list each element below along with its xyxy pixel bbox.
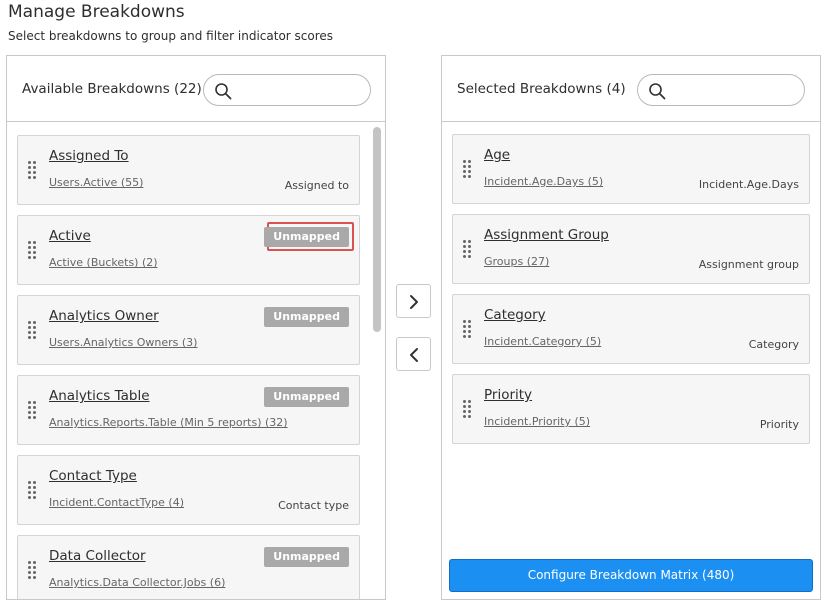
available-item-data-collector[interactable]: Data Collector Analytics.Data Collector.… xyxy=(17,535,360,599)
drag-handle-icon[interactable] xyxy=(463,400,475,420)
drag-handle-icon[interactable] xyxy=(28,321,40,341)
breakdown-field-label: Incident.Age.Days xyxy=(698,178,799,191)
selected-panel-title: Selected Breakdowns (4) xyxy=(457,81,626,97)
available-item-active[interactable]: Active Active (Buckets) (2) Unmapped xyxy=(17,215,360,285)
chevron-left-icon xyxy=(410,348,418,362)
breakdown-source-link[interactable]: Analytics.Data Collector.Jobs (6) xyxy=(49,576,225,589)
breakdown-name-link[interactable]: Assignment Group xyxy=(484,227,609,243)
available-search-input[interactable] xyxy=(240,79,360,101)
available-item-contact-type[interactable]: Contact Type Incident.ContactType (4) Co… xyxy=(17,455,360,525)
selected-item-age[interactable]: Age Incident.Age.Days (5) Incident.Age.D… xyxy=(452,134,810,204)
breakdown-field-label: Assigned to xyxy=(284,179,349,192)
breakdown-source-link[interactable]: Incident.Category (5) xyxy=(484,335,601,348)
scrollbar-thumb[interactable] xyxy=(373,127,381,332)
breakdown-name-link[interactable]: Category xyxy=(484,307,546,323)
available-list-scrollbar[interactable] xyxy=(372,123,382,599)
drag-handle-icon[interactable] xyxy=(463,160,475,180)
selected-item-priority[interactable]: Priority Incident.Priority (5) Priority xyxy=(452,374,810,444)
selected-search-box[interactable] xyxy=(637,74,805,106)
page-subtitle: Select breakdowns to group and filter in… xyxy=(8,29,334,43)
configure-breakdown-matrix-button[interactable]: Configure Breakdown Matrix (480) xyxy=(449,559,813,592)
move-left-button[interactable] xyxy=(396,337,431,371)
drag-handle-icon[interactable] xyxy=(28,241,40,261)
selected-breakdowns-list[interactable]: Age Incident.Age.Days (5) Incident.Age.D… xyxy=(442,123,820,599)
breakdown-name-link[interactable]: Analytics Table xyxy=(49,388,150,404)
available-panel-title: Available Breakdowns (22) xyxy=(22,81,202,97)
available-item-analytics-owner[interactable]: Analytics Owner Users.Analytics Owners (… xyxy=(17,295,360,365)
unmapped-badge: Unmapped xyxy=(264,547,349,567)
selected-breakdowns-panel: Selected Breakdowns (4) Age Incident.Age… xyxy=(441,55,821,600)
breakdown-source-link[interactable]: Users.Active (55) xyxy=(49,176,143,189)
unmapped-badge: Unmapped xyxy=(264,307,349,327)
chevron-right-icon xyxy=(410,295,418,309)
breakdown-source-link[interactable]: Users.Analytics Owners (3) xyxy=(49,336,197,349)
breakdown-name-link[interactable]: Analytics Owner xyxy=(49,308,159,324)
available-breakdowns-panel: Available Breakdowns (22) Assigned To Us… xyxy=(6,55,386,600)
breakdown-name-link[interactable]: Age xyxy=(484,147,510,163)
breakdown-name-link[interactable]: Priority xyxy=(484,387,532,403)
search-icon xyxy=(649,83,666,100)
available-item-analytics-table[interactable]: Analytics Table Analytics.Reports.Table … xyxy=(17,375,360,445)
breakdown-field-label: Contact type xyxy=(278,499,349,512)
drag-handle-icon[interactable] xyxy=(28,481,40,501)
available-search-box[interactable] xyxy=(203,74,371,106)
unmapped-badge: Unmapped xyxy=(264,227,349,247)
drag-handle-icon[interactable] xyxy=(28,161,40,181)
breakdown-name-link[interactable]: Contact Type xyxy=(49,468,137,484)
available-breakdowns-list[interactable]: Assigned To Users.Active (55) Assigned t… xyxy=(7,123,385,599)
breakdown-source-link[interactable]: Incident.Priority (5) xyxy=(484,415,590,428)
selected-search-input[interactable] xyxy=(674,79,794,101)
breakdown-field-label: Assignment group xyxy=(698,258,799,271)
drag-handle-icon[interactable] xyxy=(28,561,40,581)
breakdown-source-link[interactable]: Incident.Age.Days (5) xyxy=(484,175,603,188)
breakdown-name-link[interactable]: Assigned To xyxy=(49,148,129,164)
unmapped-badge: Unmapped xyxy=(264,387,349,407)
breakdown-source-link[interactable]: Groups (27) xyxy=(484,255,549,268)
drag-handle-icon[interactable] xyxy=(28,401,40,421)
drag-handle-icon[interactable] xyxy=(463,240,475,260)
breakdown-source-link[interactable]: Incident.ContactType (4) xyxy=(49,496,184,509)
drag-handle-icon[interactable] xyxy=(463,320,475,340)
breakdown-name-link[interactable]: Active xyxy=(49,228,91,244)
selected-item-category[interactable]: Category Incident.Category (5) Category xyxy=(452,294,810,364)
breakdown-field-label: Priority xyxy=(759,418,799,431)
selected-item-assignment-group[interactable]: Assignment Group Groups (27) Assignment … xyxy=(452,214,810,284)
breakdown-source-link[interactable]: Active (Buckets) (2) xyxy=(49,256,158,269)
breakdown-field-label: Category xyxy=(748,338,799,351)
selected-panel-header: Selected Breakdowns (4) xyxy=(442,56,820,122)
page-title: Manage Breakdowns xyxy=(8,2,185,22)
move-right-button[interactable] xyxy=(396,284,431,318)
available-panel-header: Available Breakdowns (22) xyxy=(7,56,385,122)
breakdown-name-link[interactable]: Data Collector xyxy=(49,548,146,564)
breakdown-source-link[interactable]: Analytics.Reports.Table (Min 5 reports) … xyxy=(49,416,288,429)
available-item-assigned-to[interactable]: Assigned To Users.Active (55) Assigned t… xyxy=(17,135,360,205)
search-icon xyxy=(215,83,232,100)
